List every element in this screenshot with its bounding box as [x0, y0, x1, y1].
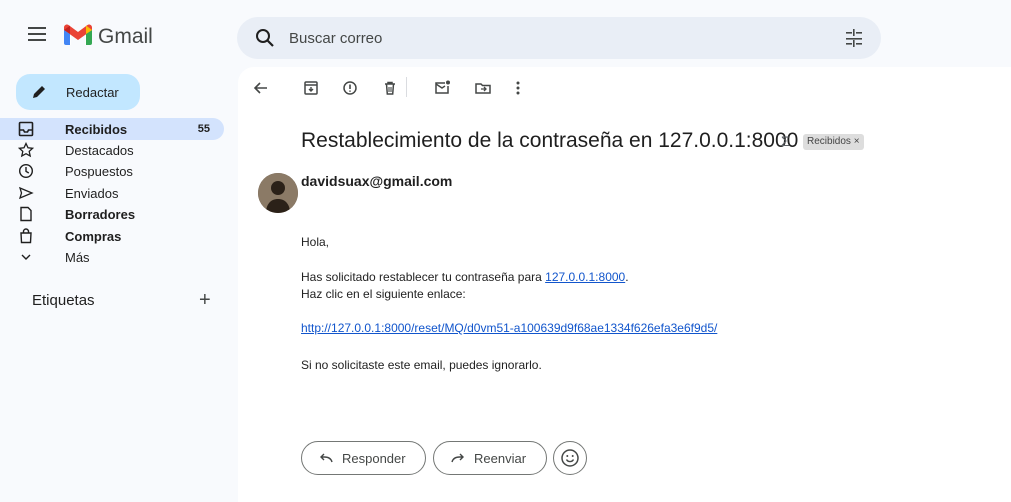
- sidebar-item-label: Pospuestos: [65, 163, 133, 179]
- forward-icon: [451, 453, 464, 463]
- draft-icon: [17, 205, 35, 223]
- app-name[interactable]: Gmail: [98, 25, 153, 49]
- email-closing: Si no solicitaste este email, puedes ign…: [301, 358, 542, 372]
- delete-icon[interactable]: [379, 77, 401, 99]
- reply-label: Responder: [342, 450, 406, 466]
- sidebar-item-label: Destacados: [65, 142, 134, 158]
- email-subject: Restablecimiento de la contraseña en 127…: [301, 129, 799, 152]
- reply-button[interactable]: Responder: [301, 441, 426, 475]
- reset-link[interactable]: http://127.0.0.1:8000/reset/MQ/d0vm51-a1…: [301, 321, 717, 335]
- line1-suffix: .: [625, 270, 629, 284]
- add-label-icon[interactable]: +: [199, 290, 217, 310]
- labels-heading: Etiquetas: [32, 292, 95, 309]
- label-chip[interactable]: Recibidos ×: [803, 134, 864, 150]
- email-line-2: Haz clic en el siguiente enlace:: [301, 287, 466, 301]
- compose-button[interactable]: Redactar: [16, 74, 140, 110]
- unread-count: 55: [197, 123, 210, 135]
- sidebar-item-snoozed[interactable]: Pospuestos: [16, 160, 224, 182]
- star-icon: [17, 141, 35, 159]
- pencil-icon: [33, 86, 45, 98]
- emoji-reaction-button[interactable]: [553, 441, 587, 475]
- back-icon[interactable]: [250, 77, 272, 99]
- sidebar-item-sent[interactable]: Enviados: [16, 182, 224, 204]
- avatar[interactable]: [258, 173, 298, 213]
- sender-email[interactable]: davidsuax@gmail.com: [301, 173, 452, 189]
- more-icon[interactable]: [507, 77, 529, 99]
- email-greeting: Hola,: [301, 235, 330, 249]
- forward-button[interactable]: Reenviar: [433, 441, 547, 475]
- reading-pane: Restablecimiento de la contraseña en 127…: [238, 67, 1011, 502]
- report-spam-icon[interactable]: [339, 77, 361, 99]
- emoji-icon: [561, 449, 579, 467]
- toolbar-divider: [406, 77, 407, 97]
- importance-marker-icon[interactable]: Σ: [781, 133, 790, 149]
- sidebar-item-label: Recibidos: [65, 121, 128, 137]
- sidebar-item-inbox[interactable]: Recibidos 55: [0, 118, 224, 140]
- line1-prefix: Has solicitado restablecer tu contraseña…: [301, 270, 546, 284]
- site-link[interactable]: 127.0.0.1:8000: [545, 270, 625, 284]
- send-icon: [17, 184, 35, 202]
- move-to-icon[interactable]: [472, 77, 494, 99]
- search-bar[interactable]: Buscar correo: [237, 17, 881, 59]
- sidebar-item-starred[interactable]: Destacados: [16, 139, 224, 161]
- sidebar-item-label: Borradores: [65, 206, 136, 222]
- sidebar-item-label: Más: [65, 249, 90, 265]
- search-icon[interactable]: [253, 26, 277, 50]
- sidebar-item-label: Enviados: [65, 185, 119, 201]
- reset-link-anchor[interactable]: http://127.0.0.1:8000/reset/MQ/d0vm51-a1…: [301, 321, 717, 335]
- sidebar-item-purchases[interactable]: Compras: [16, 225, 224, 247]
- archive-icon[interactable]: [300, 77, 322, 99]
- mark-unread-icon[interactable]: [431, 77, 453, 99]
- gmail-logo-icon[interactable]: [64, 24, 92, 45]
- compose-label: Redactar: [66, 84, 119, 100]
- sidebar-item-label: Compras: [65, 228, 122, 244]
- chevron-down-icon: [17, 248, 35, 266]
- main-menu-icon[interactable]: [24, 20, 52, 48]
- sidebar-item-drafts[interactable]: Borradores: [16, 203, 224, 225]
- sidebar-item-more[interactable]: Más: [16, 246, 224, 268]
- email-line-1: Has solicitado restablecer tu contraseña…: [301, 270, 629, 284]
- shopping-icon: [17, 227, 35, 245]
- search-options-icon[interactable]: [843, 27, 865, 49]
- search-input[interactable]: Buscar correo: [289, 30, 382, 47]
- reply-icon: [320, 453, 333, 463]
- inbox-icon: [17, 120, 35, 138]
- forward-label: Reenviar: [474, 450, 527, 466]
- clock-icon: [17, 162, 35, 180]
